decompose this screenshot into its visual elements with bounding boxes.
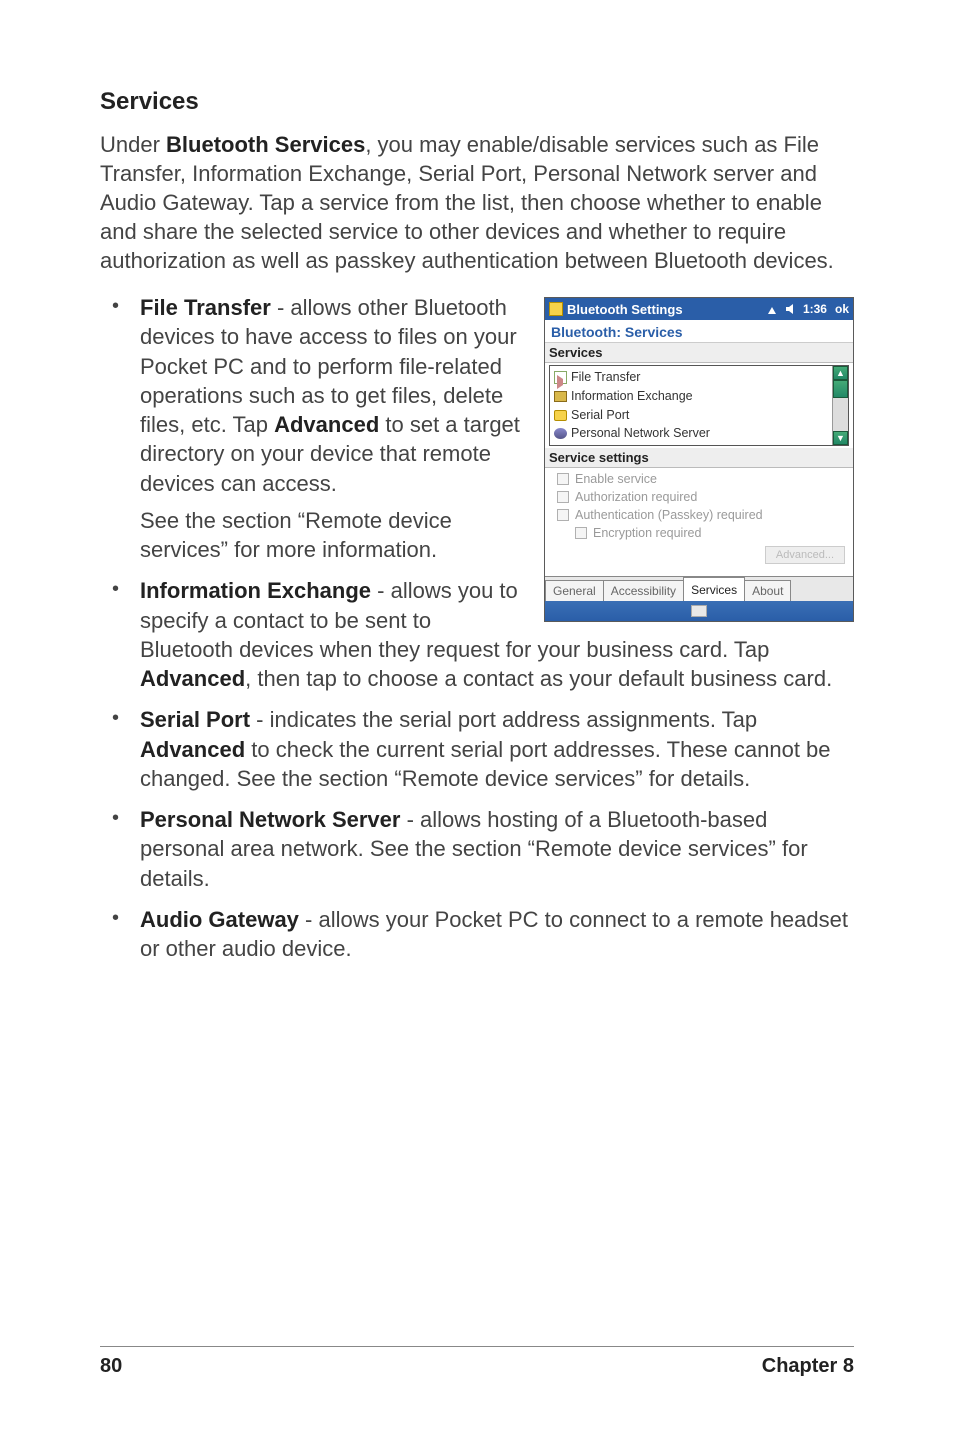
section-heading: Services: [100, 88, 854, 116]
chapter-label: Chapter 8: [762, 1355, 854, 1378]
bullet-title: Information Exchange: [140, 578, 371, 603]
bullet-inner-bold: Advanced: [274, 412, 379, 437]
page-number: 80: [100, 1355, 122, 1378]
bullet-inner-bold: Advanced: [140, 737, 245, 762]
bullet-list-bottom: Serial Port - indicates the serial port …: [100, 705, 854, 963]
bullet-subparagraph: See the section “Remote device services”…: [140, 506, 854, 565]
bullet-body: - indicates the serial port address assi…: [250, 707, 757, 732]
intro-paragraph: Under Bluetooth Services, you may enable…: [100, 130, 854, 275]
bullet-title: Serial Port: [140, 707, 250, 732]
bullet-title: Personal Network Server: [140, 807, 400, 832]
list-item: Personal Network Server - allows hosting…: [100, 805, 854, 893]
bullet-inner-bold: Advanced: [140, 666, 245, 691]
page-footer: 80 Chapter 8: [100, 1346, 854, 1378]
list-item: Serial Port - indicates the serial port …: [100, 705, 854, 793]
bullet-body: , then tap to choose a contact as your d…: [245, 666, 832, 691]
list-item: File Transfer - allows other Bluetooth d…: [100, 293, 854, 564]
list-item: Audio Gateway - allows your Pocket PC to…: [100, 905, 854, 964]
bullet-title: Audio Gateway: [140, 907, 299, 932]
bullet-list-top: File Transfer - allows other Bluetooth d…: [100, 293, 854, 693]
intro-bold: Bluetooth Services: [166, 132, 365, 157]
list-item: Information Exchange - allows you to spe…: [100, 576, 854, 693]
intro-prefix: Under: [100, 132, 166, 157]
bullet-title: File Transfer: [140, 295, 271, 320]
